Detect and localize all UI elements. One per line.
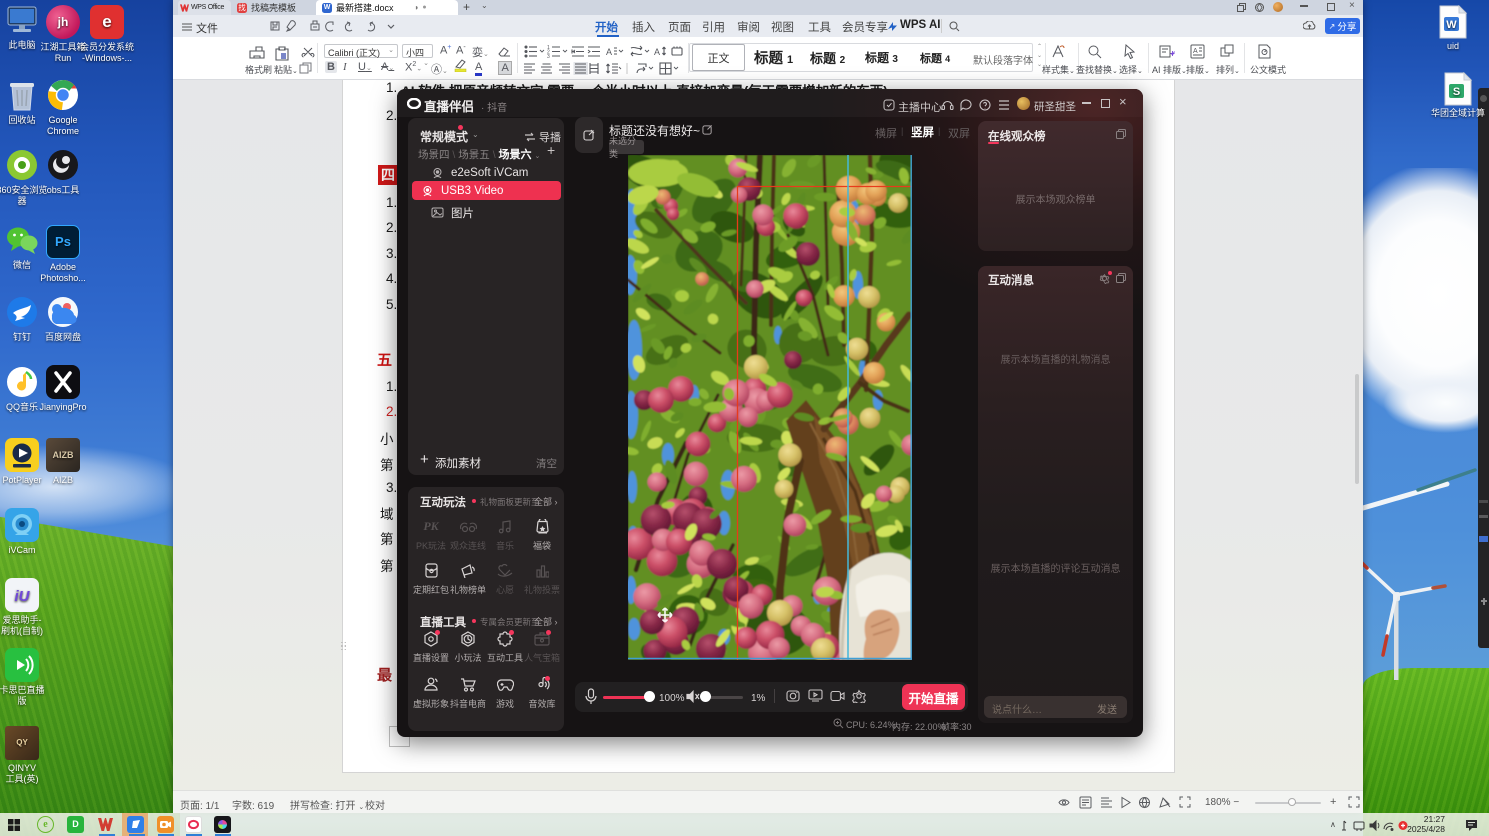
svg-text:iU: iU: [15, 588, 31, 605]
svg-text:3: 3: [547, 54, 550, 58]
svg-text:A: A: [654, 47, 660, 57]
svg-text:W: W: [1446, 19, 1457, 31]
svg-text:S: S: [1453, 86, 1460, 98]
svg-text:A: A: [1193, 48, 1198, 55]
svg-text:A: A: [606, 47, 612, 57]
